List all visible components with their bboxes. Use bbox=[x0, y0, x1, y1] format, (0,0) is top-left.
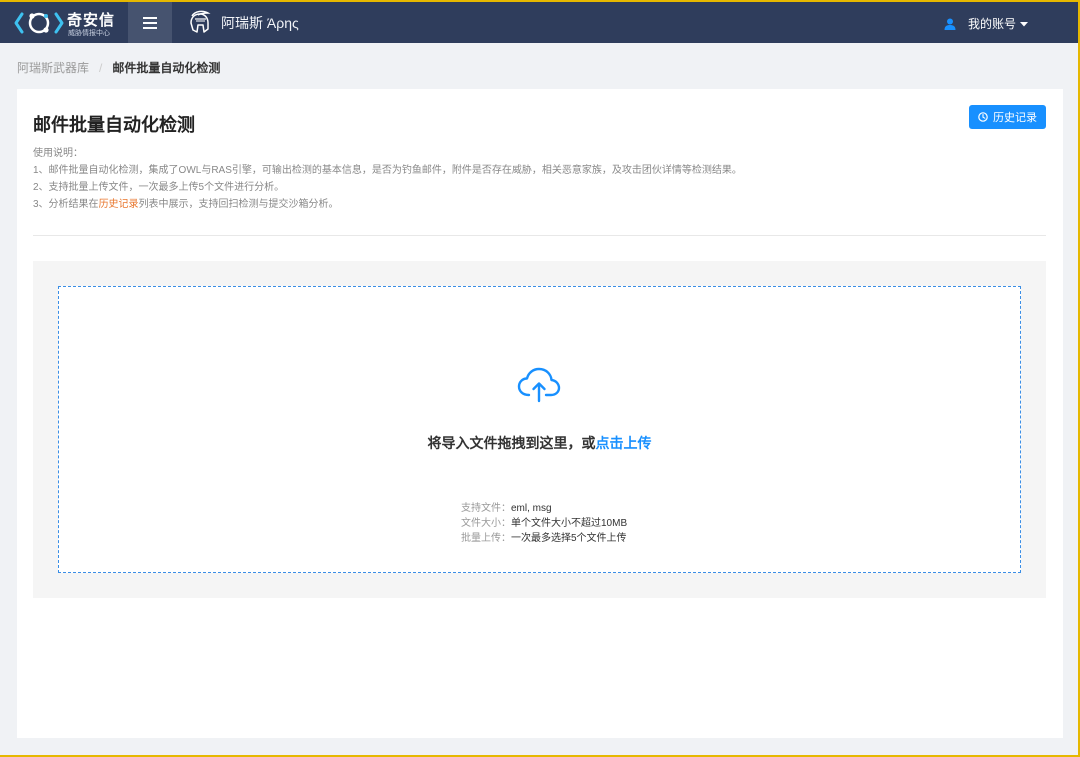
spartan-helmet-icon bbox=[190, 10, 211, 33]
breadcrumb-current: 邮件批量自动化检测 bbox=[112, 61, 221, 75]
instruction-line-1: 1、邮件批量自动化检测，集成了OWL与RAS引擎，可输出检测的基本信息，是否为钓… bbox=[33, 165, 742, 176]
constraint-value: eml, msg bbox=[511, 503, 552, 514]
breadcrumb-arsenal-link[interactable]: 阿瑞斯武器库 bbox=[17, 59, 89, 76]
drop-text: 将导入文件拖拽到这里，或 bbox=[427, 435, 596, 451]
account-menu[interactable]: 我的账号 bbox=[944, 15, 1028, 32]
window-frame-top bbox=[0, 0, 1080, 2]
history-button-label: 历史记录 bbox=[993, 112, 1037, 124]
upload-constraints: 支持文件：eml, msg 文件大小：单个文件大小不超过10MB 批量上传：一次… bbox=[461, 501, 627, 546]
menu-icon bbox=[143, 16, 157, 29]
user-icon bbox=[944, 18, 956, 30]
history-inline-link[interactable]: 历史记录 bbox=[99, 199, 139, 210]
logo-title: 奇安信 bbox=[67, 12, 116, 29]
drop-instruction: 将导入文件拖拽到这里，或点击上传 bbox=[59, 433, 1020, 453]
cloud-upload-icon bbox=[517, 367, 561, 403]
instructions-heading: 使用说明： bbox=[33, 148, 83, 159]
top-navbar: 奇安信 威胁情报中心 阿瑞斯 Άρης 我的账号 bbox=[0, 2, 1080, 43]
section-divider bbox=[33, 235, 1046, 236]
constraint-label: 支持文件： bbox=[461, 503, 511, 514]
instruction-line-2: 2、支持批量上传文件，一次最多上传5个文件进行分析。 bbox=[33, 182, 285, 193]
constraint-file-size: 文件大小：单个文件大小不超过10MB bbox=[461, 516, 627, 531]
usage-instructions: 使用说明： 1、邮件批量自动化检测，集成了OWL与RAS引擎，可输出检测的基本信… bbox=[33, 145, 742, 213]
file-dropzone[interactable]: 将导入文件拖拽到这里，或点击上传 支持文件：eml, msg 文件大小：单个文件… bbox=[58, 286, 1021, 573]
main-card: 邮件批量自动化检测 历史记录 使用说明： 1、邮件批量自动化检测，集成了OWL与… bbox=[17, 89, 1063, 738]
click-upload-link[interactable]: 点击上传 bbox=[596, 435, 652, 451]
breadcrumb-separator: / bbox=[99, 60, 103, 75]
constraint-label: 文件大小： bbox=[461, 518, 511, 529]
instruction-line-3-suffix: 列表中展示，支持回扫检测与提交沙箱分析。 bbox=[138, 199, 339, 210]
constraint-value: 单个文件大小不超过10MB bbox=[511, 518, 628, 529]
logo-subtitle: 威胁情报中心 bbox=[68, 30, 110, 37]
caret-down-icon bbox=[1020, 21, 1028, 26]
product-brand[interactable]: 阿瑞斯 Άρης bbox=[186, 10, 299, 36]
instruction-line-3: 3、分析结果在历史记录列表中展示，支持回扫检测与提交沙箱分析。 bbox=[33, 196, 742, 213]
page-title: 邮件批量自动化检测 bbox=[33, 115, 195, 135]
clock-icon bbox=[978, 112, 988, 122]
brand-logo[interactable]: 奇安信 威胁情报中心 bbox=[14, 7, 118, 39]
instruction-line-3-prefix: 3、分析结果在 bbox=[33, 199, 99, 210]
menu-toggle-button[interactable] bbox=[128, 2, 172, 43]
breadcrumb: 阿瑞斯武器库 / 邮件批量自动化检测 bbox=[17, 59, 220, 76]
account-label: 我的账号 bbox=[967, 17, 1016, 31]
history-button[interactable]: 历史记录 bbox=[969, 105, 1046, 129]
constraint-label: 批量上传： bbox=[461, 533, 511, 544]
upload-section: 将导入文件拖拽到这里，或点击上传 支持文件：eml, msg 文件大小：单个文件… bbox=[33, 261, 1046, 598]
constraint-batch-upload: 批量上传：一次最多选择5个文件上传 bbox=[461, 531, 627, 546]
constraint-value: 一次最多选择5个文件上传 bbox=[511, 533, 627, 544]
product-name: 阿瑞斯 Άρης bbox=[221, 15, 299, 31]
qianxin-logo-icon bbox=[14, 12, 64, 34]
constraint-file-types: 支持文件：eml, msg bbox=[461, 501, 627, 516]
